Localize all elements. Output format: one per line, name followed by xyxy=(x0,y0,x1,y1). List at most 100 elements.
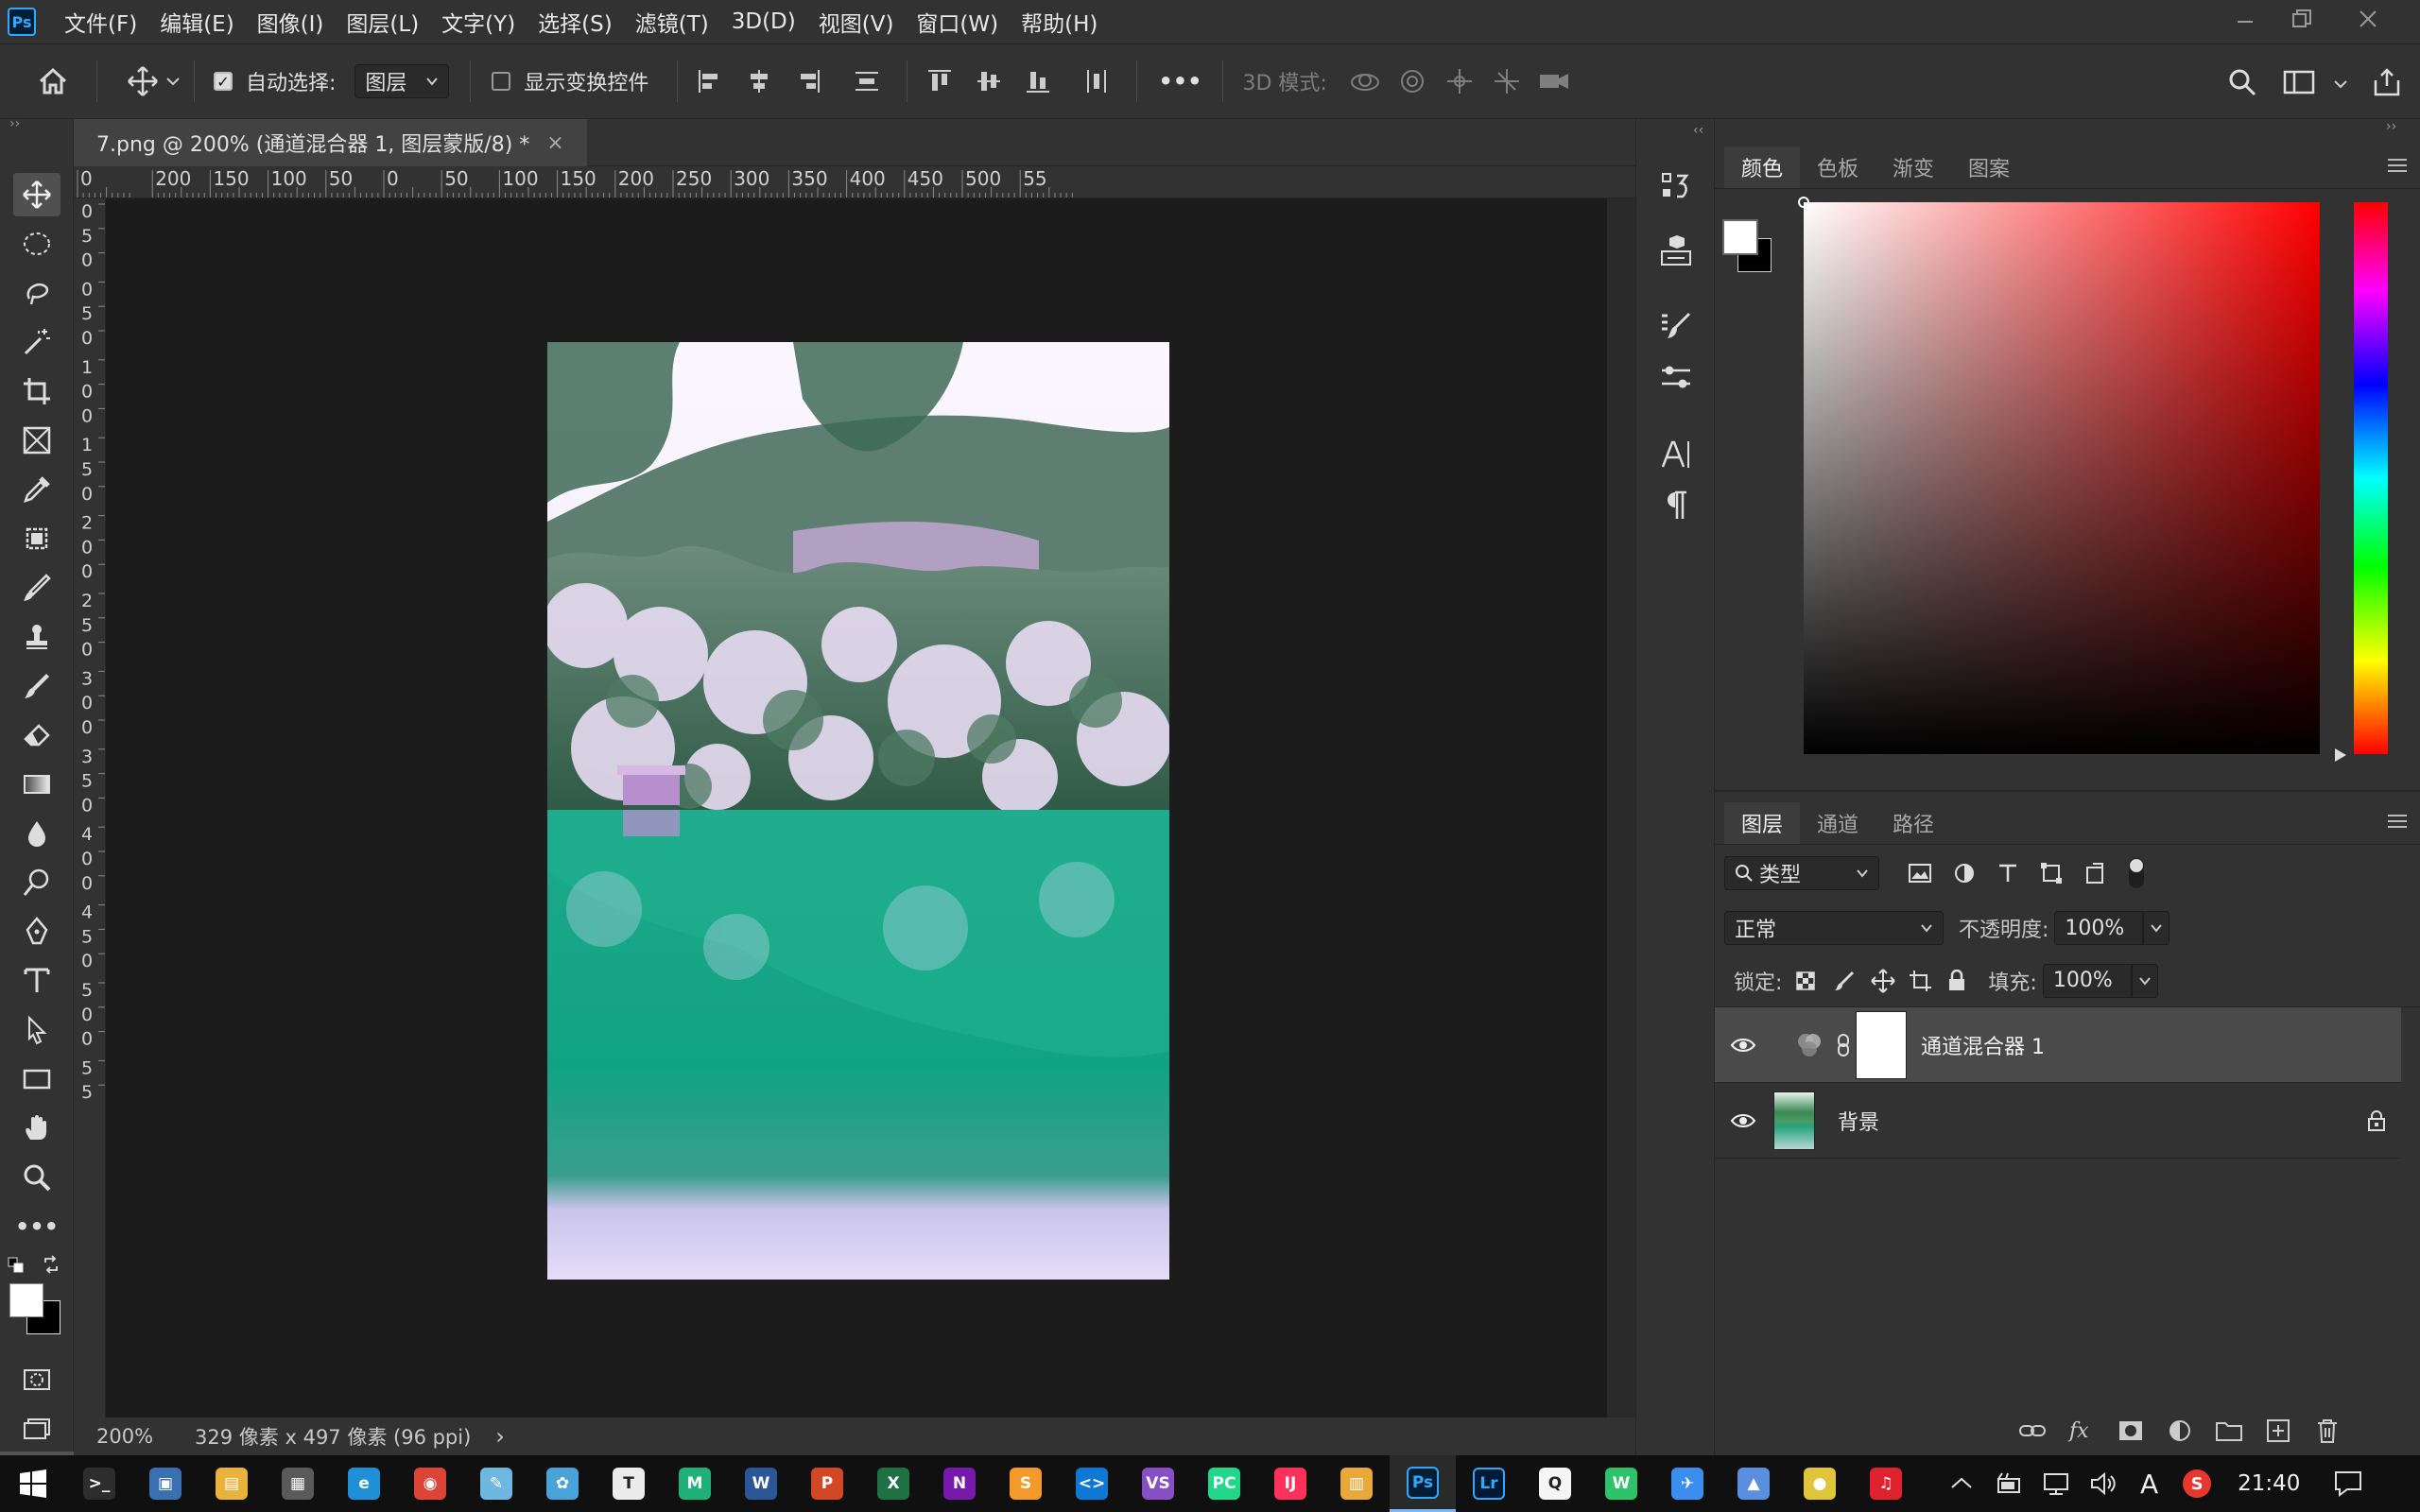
taskbar-app-feishu[interactable]: ✈ xyxy=(1654,1455,1720,1512)
show-transform-checkbox[interactable] xyxy=(492,72,511,91)
tab-patterns[interactable]: 图案 xyxy=(1951,146,2027,188)
screen-mode-button[interactable] xyxy=(0,1404,74,1453)
home-button[interactable] xyxy=(34,62,72,100)
spot-healing-tool[interactable] xyxy=(0,514,74,563)
taskbar-app-lightroom[interactable]: Lr xyxy=(1456,1455,1522,1512)
zoom-tool[interactable] xyxy=(0,1153,74,1202)
align-top-button[interactable] xyxy=(921,62,959,100)
new-adjustment-layer-button[interactable] xyxy=(2155,1410,2204,1452)
gradient-tool[interactable] xyxy=(0,760,74,809)
tab-swatches[interactable]: 色板 xyxy=(1800,146,1876,188)
character-panel-button[interactable] xyxy=(1636,429,1716,480)
opacity-slider-button[interactable] xyxy=(2143,911,2170,945)
delete-layer-button[interactable] xyxy=(2303,1410,2352,1452)
adjustments-panel-button[interactable] xyxy=(1636,352,1716,403)
menu-select[interactable]: 选择(S) xyxy=(538,0,613,43)
taskbar-app-edge[interactable]: e xyxy=(331,1455,397,1512)
3d-roll-button[interactable] xyxy=(1393,62,1431,100)
taskbar-app-yellow-app[interactable]: ● xyxy=(1787,1455,1853,1512)
blur-tool[interactable] xyxy=(0,809,74,858)
status-menu-arrow[interactable]: › xyxy=(495,1423,505,1450)
distribute-vertical-button[interactable] xyxy=(848,62,886,100)
clock[interactable]: 21:40 xyxy=(2238,1471,2300,1496)
taskbar-app-store[interactable]: ▲ xyxy=(1720,1455,1787,1512)
layer-name[interactable]: 通道混合器 1 xyxy=(1921,1030,2045,1060)
tab-color[interactable]: 颜色 xyxy=(1724,146,1801,188)
magic-wand-tool[interactable] xyxy=(0,318,74,367)
menu-type[interactable]: 文字(Y) xyxy=(441,0,515,43)
add-mask-button[interactable] xyxy=(2106,1410,2155,1452)
frame-tool[interactable] xyxy=(0,416,74,465)
foreground-color-swatch[interactable] xyxy=(1722,219,1758,255)
new-group-button[interactable] xyxy=(2204,1410,2254,1452)
taskbar-app-calculator[interactable]: ▦ xyxy=(265,1455,331,1512)
toolbar-collapse[interactable]: ›› xyxy=(0,117,73,132)
taskbar-app-clipboard[interactable]: ▥ xyxy=(1323,1455,1390,1512)
opacity-input[interactable]: 100% xyxy=(2054,911,2144,945)
lock-all-icon[interactable] xyxy=(1946,969,1967,992)
crop-tool[interactable] xyxy=(0,367,74,416)
paragraph-panel-button[interactable] xyxy=(1636,480,1716,531)
taskbar-app-remote[interactable]: ▣ xyxy=(132,1455,199,1512)
fill-input[interactable]: 100% xyxy=(2042,963,2132,998)
battery-icon[interactable] xyxy=(1995,1471,2023,1496)
lock-image-pixels-icon[interactable] xyxy=(1833,970,1856,992)
restore-button[interactable] xyxy=(2273,0,2330,38)
filter-adjustment-layers-icon[interactable] xyxy=(1953,862,1976,885)
chevron-down-icon[interactable] xyxy=(165,74,181,89)
history-panel-button[interactable] xyxy=(1636,161,1716,212)
sogou-input-icon[interactable]: S xyxy=(2183,1469,2212,1498)
tab-paths[interactable]: 路径 xyxy=(1876,802,1951,844)
menu-file[interactable]: 文件(F) xyxy=(64,0,137,43)
clone-stamp-tool[interactable] xyxy=(0,612,74,662)
canvas-area[interactable] xyxy=(106,198,1607,1418)
pen-tool[interactable] xyxy=(0,907,74,956)
3d-orbit-button[interactable] xyxy=(1346,62,1384,100)
filter-pixel-layers-icon[interactable] xyxy=(1908,863,1932,884)
network-icon[interactable] xyxy=(2042,1471,2070,1496)
tab-layers[interactable]: 图层 xyxy=(1724,802,1801,844)
foreground-color-swatch[interactable] xyxy=(9,1283,43,1317)
link-layers-button[interactable] xyxy=(2008,1410,2057,1452)
taskbar-app-wechat[interactable]: W xyxy=(1588,1455,1654,1512)
taskbar-app-word[interactable]: W xyxy=(728,1455,794,1512)
taskbar-app-onenote[interactable]: N xyxy=(926,1455,993,1512)
move-tool-preset-button[interactable] xyxy=(124,62,162,100)
quick-mask-button[interactable] xyxy=(0,1355,74,1404)
history-brush-tool[interactable] xyxy=(0,662,74,711)
layer-style-button[interactable]: fx xyxy=(2057,1410,2106,1452)
lasso-tool[interactable] xyxy=(0,268,74,318)
more-options-button[interactable]: ••• xyxy=(1158,68,1201,94)
menu-window[interactable]: 窗口(W) xyxy=(916,0,998,43)
layer-name[interactable]: 背景 xyxy=(1838,1106,1879,1136)
taskbar-app-typora[interactable]: T xyxy=(596,1455,662,1512)
notification-icon[interactable] xyxy=(2334,1470,2362,1497)
taskbar-app-visualstudio[interactable]: VS xyxy=(1125,1455,1191,1512)
blend-mode-dropdown[interactable]: 正常 xyxy=(1724,911,1944,945)
align-right-button[interactable] xyxy=(789,62,827,100)
taskbar-app-notepad[interactable]: ✎ xyxy=(463,1455,529,1512)
color-picker-marker[interactable] xyxy=(1798,197,1809,208)
type-tool[interactable] xyxy=(0,956,74,1005)
3d-pan-button[interactable] xyxy=(1441,62,1478,100)
new-layer-button[interactable] xyxy=(2254,1410,2303,1452)
chevron-down-icon[interactable] xyxy=(2333,77,2348,92)
lock-position-icon[interactable] xyxy=(1871,968,1896,993)
fill-slider-button[interactable] xyxy=(2131,963,2158,998)
layer-filter-kind-dropdown[interactable]: 类型 xyxy=(1724,856,1879,890)
lock-transparent-pixels-icon[interactable] xyxy=(1795,971,1816,991)
filter-smart-objects-icon[interactable] xyxy=(2083,862,2106,885)
auto-select-checkbox[interactable]: ✓ xyxy=(214,72,233,91)
edit-toolbar-button[interactable]: ••• xyxy=(0,1202,74,1251)
menu-layer[interactable]: 图层(L) xyxy=(346,0,419,43)
panel-strip-collapse[interactable]: ‹‹ xyxy=(1636,119,1714,142)
volume-icon[interactable] xyxy=(2089,1471,2118,1496)
tab-channels[interactable]: 通道 xyxy=(1800,802,1876,844)
minimize-button[interactable] xyxy=(2217,0,2273,38)
taskbar-app-powerpoint[interactable]: P xyxy=(794,1455,860,1512)
layer-mask-thumbnail[interactable] xyxy=(1856,1010,1907,1079)
filter-shape-layers-icon[interactable] xyxy=(2040,862,2063,885)
3d-panel-button[interactable] xyxy=(1636,225,1716,276)
layer-row-channel-mixer[interactable]: 通道混合器 1 xyxy=(1715,1007,2401,1083)
default-colors-icon[interactable] xyxy=(8,1257,25,1274)
